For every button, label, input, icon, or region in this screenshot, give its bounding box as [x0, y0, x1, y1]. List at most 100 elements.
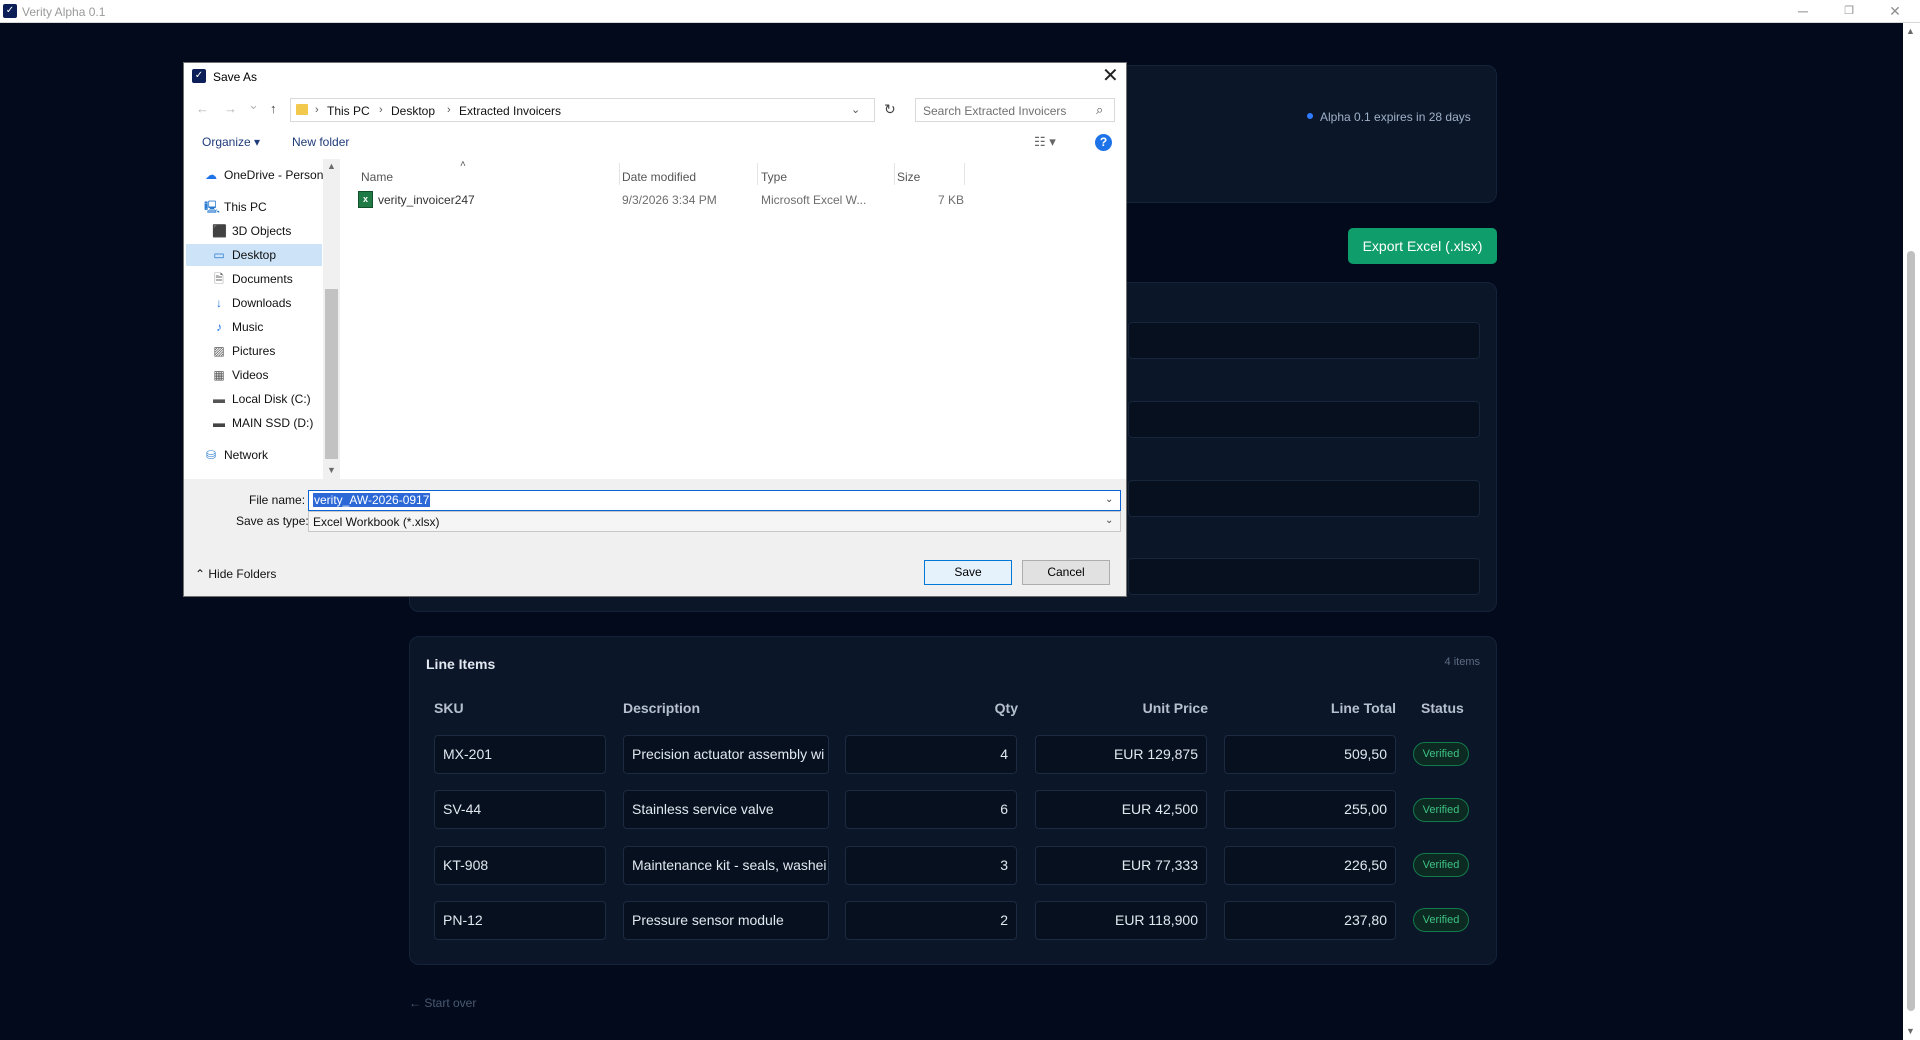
address-bar[interactable]: › This PC › Desktop › Extracted Invoicer…	[290, 98, 875, 122]
page-scrollbar-thumb[interactable]	[1907, 251, 1915, 1011]
new-folder-button[interactable]: New folder	[292, 135, 349, 149]
refresh-icon[interactable]: ↻	[884, 101, 896, 118]
chevron-down-icon[interactable]: ⌄	[1105, 494, 1113, 505]
help-icon[interactable]: ?	[1095, 134, 1112, 151]
invoice-field[interactable]	[1128, 480, 1480, 517]
sku-input[interactable]: SV-44	[434, 790, 606, 829]
sku-input[interactable]: KT-908	[434, 846, 606, 885]
view-options-icon[interactable]: ☷ ▾	[1034, 134, 1056, 150]
save-as-type-value: Excel Workbook (*.xlsx)	[313, 515, 440, 529]
status-badge: Verified	[1413, 853, 1469, 877]
tree-item-label: This PC	[224, 200, 267, 214]
tree-item-desktop[interactable]: ▭ Desktop	[186, 244, 322, 266]
export-excel-button[interactable]: Export Excel (.xlsx)	[1348, 228, 1497, 264]
tree-item-music[interactable]: ♪ Music	[212, 316, 332, 338]
tree-item-main-ssd[interactable]: ▬ MAIN SSD (D:)	[212, 412, 332, 434]
qty-input[interactable]: 2	[845, 901, 1017, 940]
recent-locations-chevron-icon[interactable]: ⌄	[248, 97, 259, 113]
tree-item-label: Documents	[232, 272, 293, 286]
tree-item-label: Pictures	[232, 344, 276, 358]
status-badge: Verified	[1413, 908, 1469, 932]
column-header-sku: SKU	[434, 700, 464, 716]
unit-price-input[interactable]: EUR 118,900	[1035, 901, 1207, 940]
file-name-input[interactable]: verity_AW-2026-0917 ⌄	[308, 490, 1121, 511]
tree-item-local-disk[interactable]: ▬ Local Disk (C:)	[212, 388, 332, 410]
tree-item-pictures[interactable]: ▨ Pictures	[212, 340, 332, 362]
line-total-input[interactable]: 226,50	[1224, 846, 1396, 885]
drive-icon: ▬	[213, 416, 225, 430]
file-name-label: File name:	[249, 493, 306, 507]
navigation-tree: ☁ OneDrive - Person 🖳 This PC ⬛ 3D Objects …	[184, 159, 323, 479]
document-icon: 🗎	[214, 272, 224, 286]
page-scrollbar[interactable]: ▲ ▼	[1903, 23, 1920, 1040]
videos-icon: ▦	[213, 368, 225, 382]
description-input[interactable]: Pressure sensor module	[623, 901, 829, 940]
breadcrumb-extracted-invoicers[interactable]: Extracted Invoicers	[459, 104, 561, 118]
unit-price-input[interactable]: EUR 42,500	[1035, 790, 1207, 829]
line-total-input[interactable]: 509,50	[1224, 735, 1396, 774]
tree-item-3d-objects[interactable]: ⬛ 3D Objects	[212, 220, 332, 242]
window-titlebar: ✓ Verity Alpha 0.1 ─ ❐ ✕	[0, 0, 1920, 23]
column-divider[interactable]	[757, 163, 758, 185]
up-arrow-icon[interactable]: ↑	[270, 101, 277, 116]
restore-button[interactable]: ❐	[1826, 0, 1872, 23]
folder-icon	[296, 104, 308, 115]
save-as-type-select[interactable]: Excel Workbook (*.xlsx) ⌄	[308, 511, 1121, 532]
column-header-type[interactable]: Type	[761, 170, 787, 184]
qty-input[interactable]: 6	[845, 790, 1017, 829]
scroll-down-arrow-icon[interactable]: ▼	[327, 465, 336, 475]
scroll-down-arrow-icon[interactable]: ▼	[1906, 1026, 1915, 1036]
column-divider[interactable]	[894, 163, 895, 185]
file-row[interactable]: x verity_invoicer247 9/3/2026 3:34 PM Mi…	[340, 189, 964, 211]
column-header-date-modified[interactable]: Date modified	[622, 170, 696, 184]
close-window-button[interactable]: ✕	[1872, 0, 1918, 23]
address-dropdown-icon[interactable]: ⌄	[851, 103, 860, 116]
unit-price-input[interactable]: EUR 77,333	[1035, 846, 1207, 885]
cloud-icon: ☁	[205, 168, 217, 182]
qty-input[interactable]: 4	[845, 735, 1017, 774]
qty-input[interactable]: 3	[845, 846, 1017, 885]
invoice-field[interactable]	[1128, 558, 1480, 595]
column-divider[interactable]	[619, 163, 620, 185]
invoice-field[interactable]	[1128, 322, 1480, 359]
search-input[interactable]: Search Extracted Invoicers ⌕	[915, 98, 1115, 122]
unit-price-input[interactable]: EUR 129,875	[1035, 735, 1207, 774]
sku-input[interactable]: PN-12	[434, 901, 606, 940]
column-header-status: Status	[1421, 700, 1464, 716]
organize-menu-button[interactable]: Organize ▾	[202, 135, 260, 149]
dialog-close-button[interactable]: ✕	[1102, 64, 1119, 88]
minimize-button[interactable]: ─	[1780, 0, 1826, 23]
file-date-modified: 9/3/2026 3:34 PM	[622, 193, 717, 207]
breadcrumb-this-pc[interactable]: This PC	[327, 104, 370, 118]
tree-item-this-pc[interactable]: 🖳 This PC	[204, 196, 324, 218]
description-input[interactable]: Stainless service valve	[623, 790, 829, 829]
line-total-input[interactable]: 255,00	[1224, 790, 1396, 829]
start-over-link[interactable]: ← Start over	[409, 996, 476, 1010]
tree-item-network[interactable]: ⛁ Network	[204, 444, 324, 466]
column-divider[interactable]	[964, 163, 965, 185]
description-input[interactable]: Precision actuator assembly wi	[623, 735, 829, 774]
tree-scrollbar-thumb[interactable]	[325, 289, 338, 459]
tree-item-videos[interactable]: ▦ Videos	[212, 364, 332, 386]
tree-item-onedrive[interactable]: ☁ OneDrive - Person	[204, 164, 324, 186]
chevron-down-icon[interactable]: ⌄	[1105, 515, 1113, 526]
hide-folders-button[interactable]: ⌃ Hide Folders	[195, 567, 276, 581]
tree-scrollbar[interactable]: ▲ ▼	[323, 159, 340, 479]
back-arrow-icon[interactable]: ←	[196, 101, 209, 116]
line-total-input[interactable]: 237,80	[1224, 901, 1396, 940]
column-header-description: Description	[623, 700, 701, 716]
scroll-up-arrow-icon[interactable]: ▲	[327, 161, 336, 171]
scroll-up-arrow-icon[interactable]: ▲	[1906, 26, 1915, 36]
column-header-size[interactable]: Size	[897, 170, 920, 184]
tree-item-documents[interactable]: 🗎 Documents	[212, 268, 332, 290]
invoice-field[interactable]	[1128, 401, 1480, 438]
column-header-name[interactable]: Name	[361, 170, 393, 184]
forward-arrow-icon[interactable]: →	[224, 101, 237, 116]
column-header-line-total: Line Total	[1330, 700, 1396, 716]
breadcrumb-desktop[interactable]: Desktop	[391, 104, 435, 118]
tree-item-downloads[interactable]: ↓ Downloads	[212, 292, 332, 314]
save-button[interactable]: Save	[924, 560, 1012, 585]
cancel-button[interactable]: Cancel	[1022, 560, 1110, 585]
description-input[interactable]: Maintenance kit - seals, washei	[623, 846, 829, 885]
sku-input[interactable]: MX-201	[434, 735, 606, 774]
